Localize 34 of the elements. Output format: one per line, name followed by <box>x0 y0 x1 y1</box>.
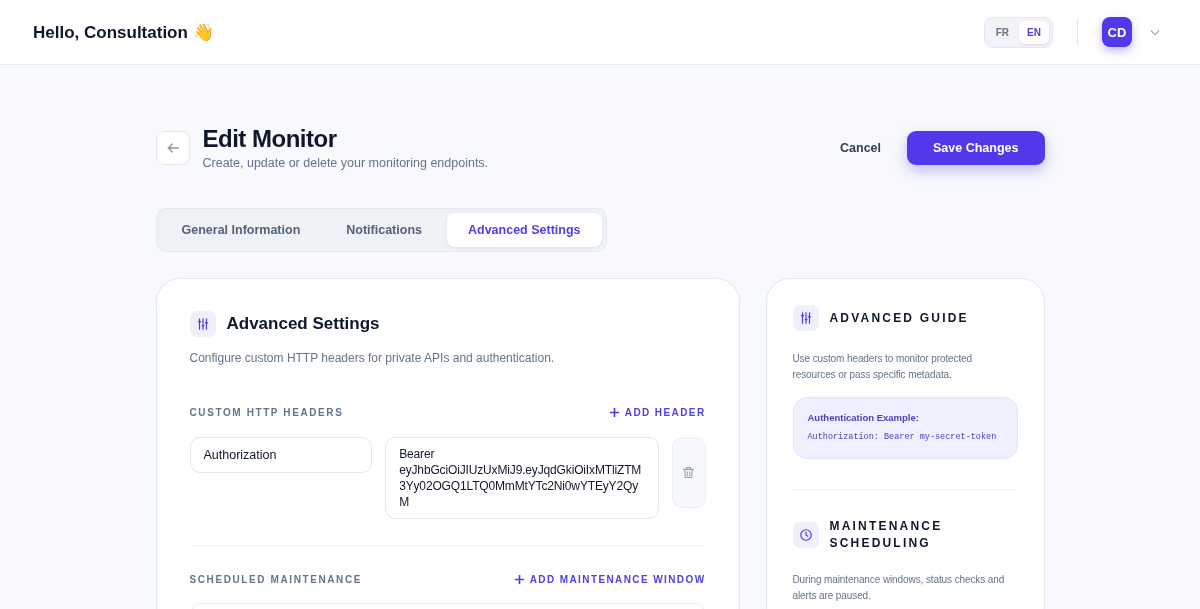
save-button[interactable]: Save Changes <box>907 130 1045 165</box>
plus-icon <box>608 407 620 418</box>
sliders-icon <box>189 311 216 337</box>
tab[interactable]: Notifications <box>325 213 443 247</box>
language-option[interactable]: EN <box>1019 20 1049 44</box>
example-code: Authorization: Bearer my-secret-token <box>807 432 998 442</box>
trash-icon <box>681 465 697 480</box>
section-description: Configure custom HTTP headers for private APIs and authentication. <box>189 351 556 365</box>
tab[interactable]: General Information <box>160 213 322 247</box>
page-title: Edit Monitor <box>202 125 338 153</box>
avatar[interactable]: CD <box>1102 17 1132 47</box>
sliders-icon <box>792 305 819 331</box>
section-label: CUSTOM HTTP HEADERS <box>189 407 344 418</box>
guide-title: MAINTENANCE SCHEDULING <box>829 518 944 552</box>
section-label: SCHEDULED MAINTENANCE <box>189 574 362 585</box>
header-name-field[interactable]: Authorization <box>189 437 373 473</box>
example-title: Authentication Example: <box>807 412 920 423</box>
greeting: Hello, Consultation 👋 <box>33 21 214 43</box>
plus-icon <box>513 574 525 585</box>
language-option[interactable]: FR <box>987 20 1018 44</box>
clock-icon <box>792 522 819 548</box>
add-button[interactable]: ADD HEADER <box>608 407 706 418</box>
guide-text: Use custom headers to monitor protected resources or pass specific metadata. <box>792 352 974 382</box>
add-button[interactable]: ADD MAINTENANCE WINDOW <box>513 574 706 585</box>
section-title: Advanced Settings <box>226 314 380 334</box>
chevron-down-icon <box>1150 28 1160 36</box>
cancel-button[interactable]: Cancel <box>840 140 882 155</box>
delete-button[interactable] <box>671 437 706 508</box>
back-button[interactable] <box>155 130 190 165</box>
page-subtitle: Create, update or delete your monitoring endpoints. <box>202 156 489 170</box>
header-value-field[interactable]: Bearer eyJhbGciOiJIUzUxMiJ9.eyJqdGkiOiIxMTliZTM3Yy02OGQ1LTQ0MmMtYTc2Ni0wYTEyY2QyM <box>385 437 659 519</box>
guide-text: During maintenance windows, status checks and alerts are paused. <box>792 573 1006 603</box>
guide-title: ADVANCED GUIDE <box>829 309 969 327</box>
tab[interactable]: Advanced Settings <box>447 213 602 247</box>
